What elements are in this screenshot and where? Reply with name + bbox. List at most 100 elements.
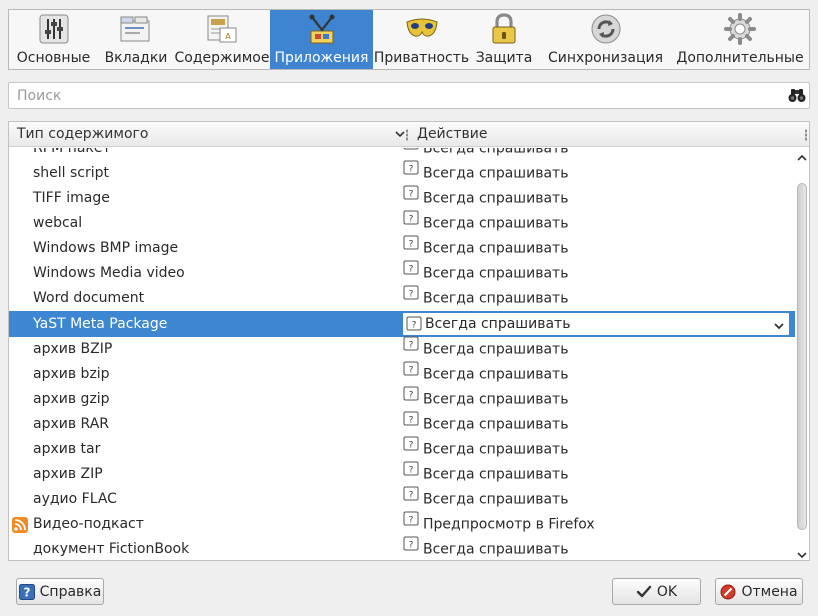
action-cell[interactable]: ? Всегда спрашивать [403, 160, 568, 186]
action-label: Всегда спрашивать [423, 391, 569, 408]
mask-icon [405, 13, 439, 45]
action-cell[interactable]: ? Предпросмотр в Firefox [403, 511, 595, 537]
action-label: Всегда спрашивать [423, 366, 569, 383]
tab-label: Синхронизация [547, 50, 664, 66]
tabs-icon [119, 13, 153, 45]
action-cell[interactable]: ? Всегда спрашивать [403, 185, 568, 211]
scroll-thumb[interactable] [797, 183, 807, 530]
column-separator[interactable] [406, 122, 408, 147]
action-label: Всегда спрашивать [423, 265, 569, 282]
table-row[interactable]: RPM пакет? Всегда спрашивать [9, 148, 795, 161]
content-type-label: архив gzip [33, 391, 110, 407]
cancel-button[interactable]: Отмена [715, 578, 803, 605]
tab-tabs[interactable]: Вкладки [98, 10, 174, 69]
action-cell[interactable]: ? Всегда спрашивать [403, 336, 569, 362]
ask-icon: ? [403, 461, 419, 486]
tab-label: Приватность [373, 50, 470, 66]
table-row[interactable]: архив bzip? Всегда спрашивать [9, 361, 795, 387]
ok-button-label: OK [656, 583, 678, 600]
ask-icon: ? [403, 160, 419, 185]
tab-label: Дополнительные [676, 50, 804, 66]
chevron-down-icon[interactable] [774, 319, 784, 335]
rss-feed-icon [12, 517, 28, 533]
svg-text:?: ? [409, 441, 414, 451]
scroll-up-icon[interactable] [797, 151, 807, 161]
table-row[interactable]: Windows Media video? Всегда спрашивать [9, 260, 795, 286]
ask-icon: ? [403, 411, 419, 436]
table-row[interactable]: Word document? Всегда спрашивать [9, 285, 795, 311]
ask-icon: ? [406, 316, 422, 336]
padlock-icon [487, 13, 521, 45]
svg-text:?: ? [409, 341, 414, 351]
table-row[interactable]: Windows BMP image? Всегда спрашивать [9, 235, 795, 261]
svg-text:?: ? [409, 215, 414, 225]
action-cell[interactable]: ? Всегда спрашивать [403, 436, 568, 462]
column-header-action[interactable]: Действие [417, 122, 487, 147]
action-cell[interactable]: ? Всегда спрашивать [403, 461, 568, 487]
tab-sync[interactable]: Синхронизация [538, 10, 673, 69]
content-type-label: TIFF image [33, 190, 110, 206]
vertical-scrollbar[interactable] [795, 148, 809, 560]
svg-text:?: ? [409, 491, 414, 501]
tab-applications[interactable]: Приложения [270, 10, 373, 69]
action-cell[interactable]: ? Всегда спрашивать [403, 536, 568, 560]
action-label: Всегда спрашивать [423, 341, 569, 358]
ask-icon: ? [403, 148, 419, 160]
action-label: Всегда спрашивать [423, 240, 569, 257]
scroll-down-icon[interactable] [797, 548, 807, 559]
action-cell[interactable]: ? Всегда спрашивать [403, 386, 569, 412]
action-cell[interactable]: ? Всегда спрашивать [403, 486, 569, 512]
content-types-table: Тип содержимого Действие RPM пакет? Всегд… [8, 121, 810, 561]
content-type-label: архив RAR [33, 416, 110, 432]
svg-text:?: ? [409, 165, 414, 175]
action-cell[interactable]: ? Всегда спрашивать [403, 361, 569, 387]
scroll-track[interactable] [797, 162, 807, 548]
help-icon: ? [18, 583, 35, 600]
action-cell[interactable]: ? Всегда спрашивать [403, 285, 568, 311]
help-button[interactable]: ? Справка [16, 578, 104, 605]
tab-padlock[interactable]: Защита [470, 10, 538, 69]
svg-text:A: A [225, 32, 231, 41]
sync-icon [589, 13, 623, 45]
action-select[interactable]: ? Всегда спрашивать [402, 312, 790, 336]
table-row[interactable]: Видео-подкаст? Предпросмотр в Firefox [9, 511, 795, 537]
table-row[interactable]: архив tar? Всегда спрашивать [9, 436, 795, 462]
content-type-label: Windows Media video [33, 265, 185, 281]
action-cell[interactable]: ? Всегда спрашивать [403, 210, 568, 236]
action-label: Всегда спрашивать [423, 491, 569, 508]
table-row[interactable]: архив gzip ? Всегда спрашивать [9, 386, 795, 412]
column-separator[interactable] [805, 122, 807, 147]
tab-content[interactable]: A Содержимое [174, 10, 270, 69]
content-type-label: архив ZIP [33, 466, 103, 482]
search-box [8, 82, 810, 109]
action-cell[interactable]: ? Всегда спрашивать [403, 260, 569, 286]
action-cell[interactable]: ? Всегда спрашивать [403, 235, 569, 261]
table-row[interactable]: архив BZIP? Всегда спрашивать [9, 336, 795, 362]
tab-label: Защита [475, 50, 533, 66]
tab-label: Вкладки [104, 50, 168, 66]
action-cell[interactable]: ? Всегда спрашивать [403, 148, 568, 161]
ask-icon: ? [403, 511, 419, 536]
ask-icon: ? [403, 536, 419, 560]
sliders-icon [37, 13, 71, 45]
tab-gear[interactable]: Дополнительные [673, 10, 807, 69]
table-row[interactable]: архив ZIP ? Всегда спрашивать [9, 461, 795, 487]
action-select-value: Всегда спрашивать [425, 316, 571, 332]
table-row[interactable]: архив RAR ? Всегда спрашивать [9, 411, 795, 437]
ok-button[interactable]: OK [612, 578, 701, 605]
tab-mask[interactable]: Приватность [373, 10, 470, 69]
table-row[interactable]: аудио FLAC? Всегда спрашивать [9, 486, 795, 512]
search-input[interactable] [15, 86, 775, 106]
table-row[interactable]: YaST Meta Package? Всегда спрашивать [9, 311, 795, 337]
table-body: RPM пакет? Всегда спрашивать shell script?… [9, 148, 795, 560]
table-row[interactable]: документ FictionBook? Всегда спрашивать [9, 536, 795, 560]
table-row[interactable]: webcal? Всегда спрашивать [9, 210, 795, 236]
svg-text:?: ? [409, 265, 414, 275]
table-row[interactable]: shell script? Всегда спрашивать [9, 160, 795, 186]
table-row[interactable]: TIFF image ? Всегда спрашивать [9, 185, 795, 211]
action-cell[interactable]: ? Всегда спрашивать [403, 411, 568, 437]
svg-text:?: ? [409, 366, 414, 376]
binoculars-icon[interactable] [788, 87, 806, 107]
column-header-type[interactable]: Тип содержимого [17, 122, 405, 147]
tab-sliders[interactable]: Основные [9, 10, 98, 69]
